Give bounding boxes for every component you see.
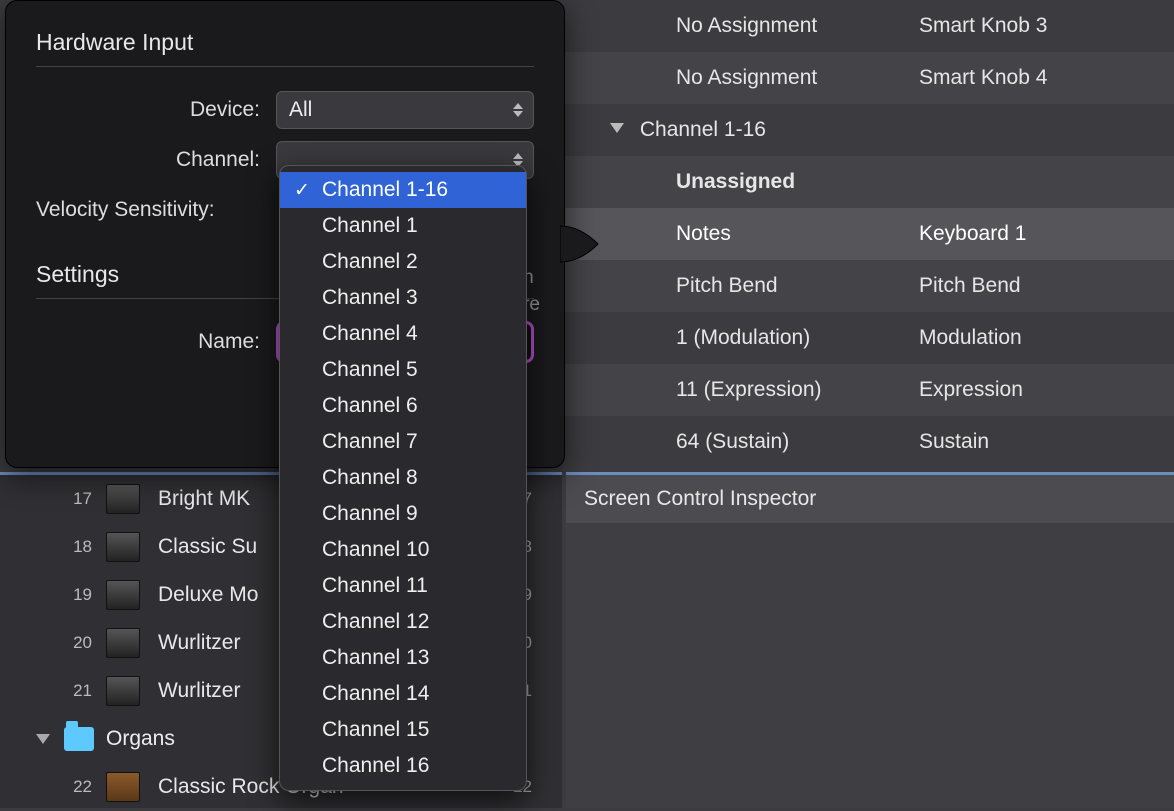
instrument-icon — [106, 628, 140, 658]
assignment-source: No Assignment — [562, 14, 897, 38]
patch-name: Wurlitzer — [158, 679, 240, 703]
assignment-row[interactable]: 11 (Expression) Expression — [562, 364, 1174, 416]
folder-icon — [64, 727, 94, 751]
assignment-row[interactable]: 1 (Modulation) Modulation — [562, 312, 1174, 364]
channel-option[interactable]: Channel 6 — [280, 388, 526, 424]
assignment-source: No Assignment — [562, 66, 897, 90]
instrument-icon — [106, 676, 140, 706]
assignment-source: 64 (Sustain) — [562, 430, 897, 454]
screen-control-inspector: Screen Control Inspector — [566, 472, 1174, 808]
popover-title: Hardware Input — [36, 29, 534, 67]
patch-number: 22 — [58, 777, 92, 797]
chevron-down-icon[interactable] — [610, 123, 624, 133]
device-label: Device: — [36, 98, 276, 122]
patch-number: 19 — [58, 585, 92, 605]
assignment-row[interactable]: Unassigned — [562, 156, 1174, 208]
inspector-title: Screen Control Inspector — [566, 475, 1174, 523]
assignment-source: 1 (Modulation) — [562, 326, 897, 350]
channel-option[interactable]: Channel 2 — [280, 244, 526, 280]
assignment-row[interactable]: No Assignment Smart Knob 3 — [562, 0, 1174, 52]
assignment-source: Unassigned — [562, 170, 897, 194]
velocity-label: Velocity Sensitivity: — [36, 198, 231, 222]
channel-option[interactable]: Channel 5 — [280, 352, 526, 388]
assignment-target: Keyboard 1 — [897, 222, 1174, 246]
channel-option[interactable]: Channel 14 — [280, 676, 526, 712]
channel-option[interactable]: Channel 12 — [280, 604, 526, 640]
channel-option[interactable]: Channel 4 — [280, 316, 526, 352]
patch-name: Wurlitzer — [158, 631, 240, 655]
device-value: All — [289, 98, 312, 122]
group-label: Channel 1-16 — [562, 118, 897, 142]
name-label: Name: — [36, 330, 276, 354]
assignment-row[interactable]: No Assignment Smart Knob 4 — [562, 52, 1174, 104]
folder-name: Organs — [106, 727, 175, 751]
instrument-icon — [106, 484, 140, 514]
channel-label: Channel: — [36, 148, 276, 172]
channel-option[interactable]: Channel 7 — [280, 424, 526, 460]
select-stepper-icon — [513, 103, 523, 117]
channel-option[interactable]: Channel 15 — [280, 712, 526, 748]
channel-option[interactable]: Channel 10 — [280, 532, 526, 568]
channel-option[interactable]: Channel 8 — [280, 460, 526, 496]
channel-option[interactable]: Channel 1-16 — [280, 172, 526, 208]
patch-number: 17 — [58, 489, 92, 509]
assignment-target: Expression — [897, 378, 1174, 402]
assignment-source: Pitch Bend — [562, 274, 897, 298]
assignment-row-selected[interactable]: Notes Keyboard 1 — [562, 208, 1174, 260]
chevron-down-icon[interactable] — [36, 734, 50, 744]
channel-dropdown[interactable]: Channel 1-16Channel 1Channel 2Channel 3C… — [279, 165, 527, 791]
patch-number: 20 — [58, 633, 92, 653]
device-row: Device: All — [36, 85, 534, 135]
assignment-target: Smart Knob 3 — [897, 14, 1174, 38]
patch-number: 18 — [58, 537, 92, 557]
assignment-target: Pitch Bend — [897, 274, 1174, 298]
instrument-icon — [106, 772, 140, 802]
instrument-icon — [106, 532, 140, 562]
channel-option[interactable]: Channel 1 — [280, 208, 526, 244]
assignment-row[interactable]: 64 (Sustain) Sustain — [562, 416, 1174, 468]
channel-option[interactable]: Channel 13 — [280, 640, 526, 676]
assignment-table: No Assignment Smart Knob 3 No Assignment… — [562, 0, 1174, 470]
assignment-target: Modulation — [897, 326, 1174, 350]
patch-name: Bright MK — [158, 487, 250, 511]
assignment-source: Notes — [562, 222, 897, 246]
assignment-group[interactable]: Channel 1-16 — [562, 104, 1174, 156]
channel-option[interactable]: Channel 3 — [280, 280, 526, 316]
channel-option[interactable]: Channel 16 — [280, 748, 526, 784]
instrument-icon — [106, 580, 140, 610]
patch-number: 21 — [58, 681, 92, 701]
patch-name: Classic Su — [158, 535, 257, 559]
patch-name: Deluxe Mo — [158, 583, 258, 607]
channel-option[interactable]: Channel 9 — [280, 496, 526, 532]
assignment-target: Smart Knob 4 — [897, 66, 1174, 90]
group-title: Channel 1-16 — [640, 118, 766, 141]
assignment-target: Sustain — [897, 430, 1174, 454]
assignment-source: 11 (Expression) — [562, 378, 897, 402]
device-select[interactable]: All — [276, 91, 534, 129]
channel-option[interactable]: Channel 11 — [280, 568, 526, 604]
assignment-row[interactable]: Pitch Bend Pitch Bend — [562, 260, 1174, 312]
